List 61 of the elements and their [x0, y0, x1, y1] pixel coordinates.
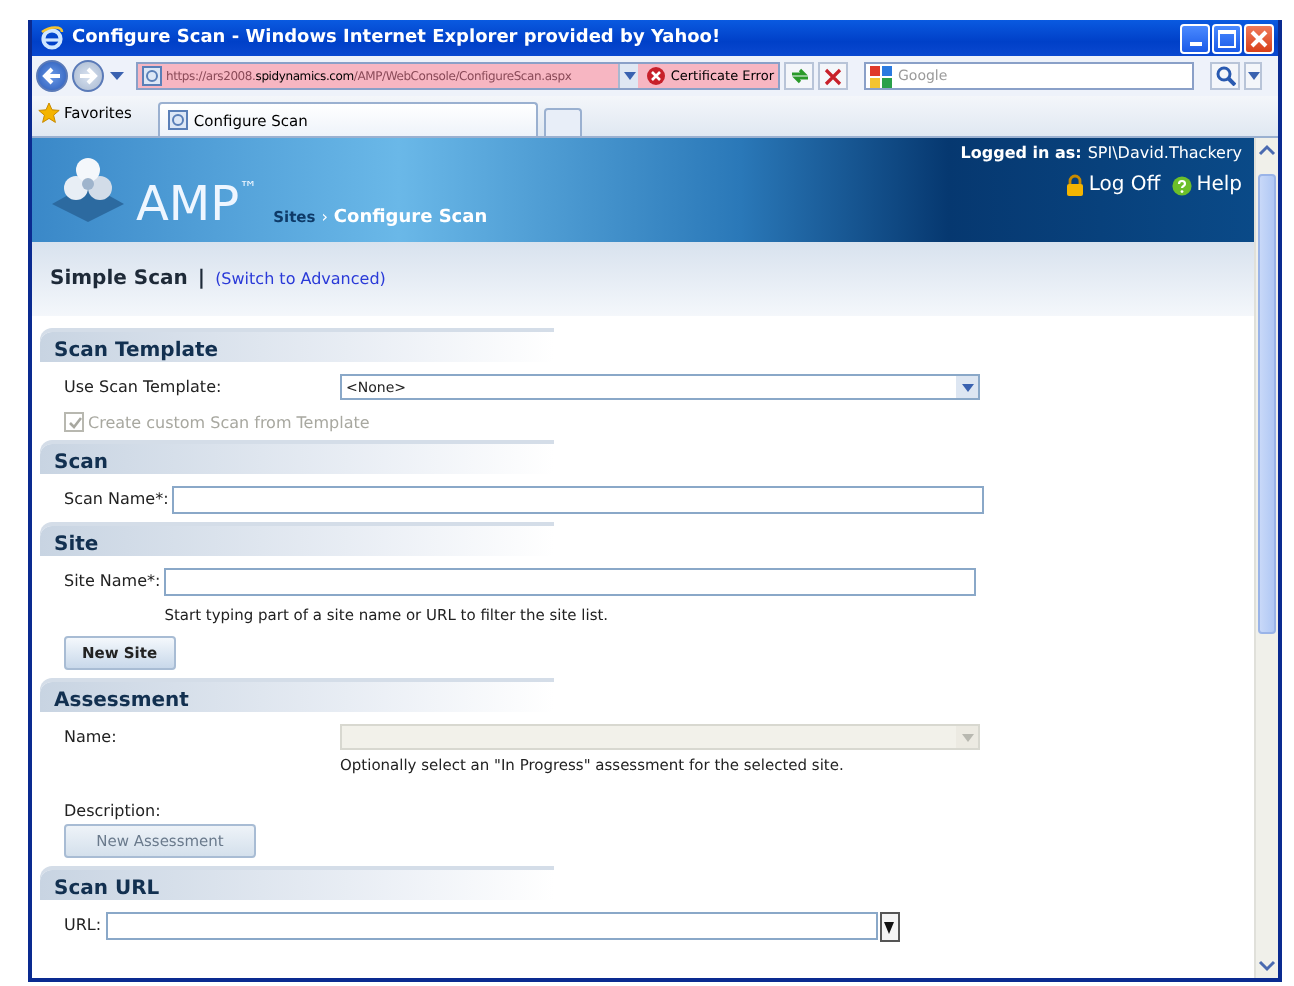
search-button[interactable] — [1210, 62, 1240, 90]
field-label: Scan Name*: — [64, 488, 169, 508]
dropdown-button[interactable] — [879, 912, 900, 942]
stop-button[interactable] — [818, 62, 848, 90]
stop-icon — [824, 67, 842, 85]
close-icon — [1250, 29, 1268, 47]
help-link[interactable]: Help — [1172, 174, 1242, 196]
caret-icon — [1247, 72, 1259, 80]
page-icon — [167, 110, 188, 130]
caret-icon — [884, 921, 895, 933]
scroll-thumb[interactable] — [1258, 174, 1276, 634]
input-field[interactable] — [105, 912, 878, 940]
input-field[interactable] — [172, 486, 985, 514]
page-title: Simple Scan — [50, 268, 188, 290]
dropdown-arrow-icon[interactable] — [110, 71, 124, 81]
section-title: Scan Template — [54, 340, 219, 362]
section-title: Scan URL — [54, 878, 160, 900]
search-icon — [1215, 66, 1235, 86]
forward-arrow-icon — [78, 66, 98, 86]
molecule-logo-drawing — [48, 152, 128, 224]
browser-logo-icon — [40, 26, 64, 50]
scroll-up-icon — [1258, 144, 1276, 156]
colored-squares-icon — [870, 65, 892, 87]
logo-text: AMP$^{™}$ — [136, 178, 258, 230]
scroll-down-icon — [1258, 960, 1276, 972]
refresh-button[interactable] — [784, 62, 814, 90]
refresh-arrows-icon — [789, 66, 809, 86]
breadcrumb-current: Configure Scan — [333, 208, 488, 228]
input-field[interactable] — [164, 568, 977, 596]
section-title: Site — [54, 534, 99, 556]
window-title: Configure Scan - Windows Internet Explorer provided by Yahoo! — [72, 28, 723, 48]
back-arrow-icon — [42, 66, 62, 86]
close-button[interactable] — [1244, 23, 1274, 53]
star-icon — [38, 101, 60, 123]
logged-in-label: Logged in as: — [960, 144, 1082, 162]
field-label: URL: — [64, 914, 102, 934]
search-options-button[interactable] — [1244, 62, 1262, 90]
minimize-button[interactable] — [1180, 23, 1210, 53]
scrollbar[interactable] — [1254, 138, 1278, 978]
field-label: Site Name*: — [64, 570, 161, 590]
padlock-icon — [1066, 174, 1085, 196]
field-label: Description: — [64, 802, 161, 820]
log-off-link[interactable]: Log Off — [1066, 174, 1161, 196]
field-label: Use Scan Template: — [64, 376, 224, 396]
error-icon — [646, 66, 667, 86]
page-icon — [142, 66, 162, 86]
maximize-button[interactable] — [1212, 23, 1242, 53]
section-title: Assessment — [54, 690, 189, 712]
caret-icon — [961, 733, 973, 741]
help-icon — [1172, 175, 1193, 195]
caret-icon — [623, 72, 636, 80]
forward-button[interactable] — [72, 60, 104, 92]
caret-icon — [961, 383, 973, 391]
checkmark-icon — [67, 415, 81, 429]
field-label: Name: — [64, 726, 119, 746]
title-separator: | — [197, 268, 206, 290]
section-title: Scan — [54, 452, 108, 474]
user-name: SPI\David.Thackery — [1087, 144, 1242, 162]
switch-link[interactable]: (Switch to Advanced) — [215, 270, 386, 288]
back-button[interactable] — [36, 60, 68, 92]
breadcrumb-separator: › — [321, 208, 328, 226]
